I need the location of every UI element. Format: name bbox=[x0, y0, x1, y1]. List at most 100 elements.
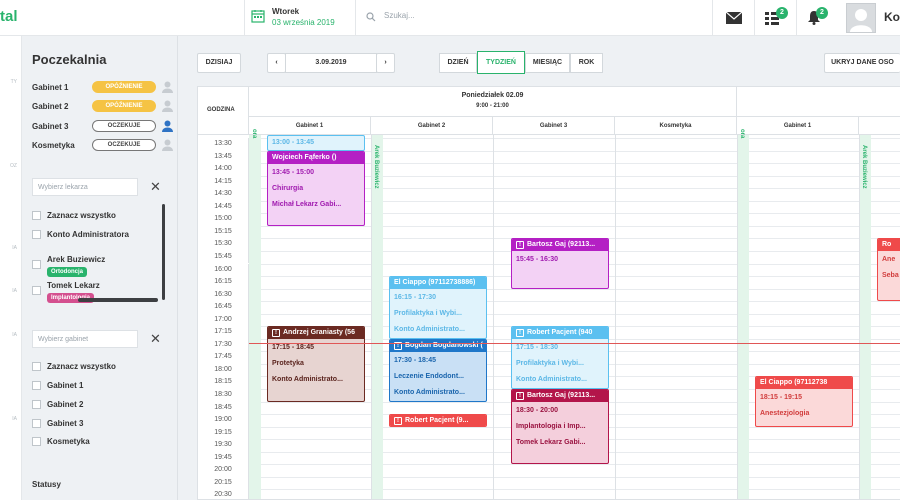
doctor-option[interactable]: Arek Buziewicz Ortodoncja bbox=[32, 254, 162, 277]
checkbox[interactable] bbox=[32, 286, 41, 295]
user-name[interactable]: Ko bbox=[884, 10, 900, 24]
room-option[interactable]: Kosmetyka bbox=[32, 436, 162, 448]
prev-date-button[interactable]: ‹ bbox=[267, 53, 286, 73]
room-column-header bbox=[859, 117, 900, 135]
messages-button[interactable] bbox=[712, 0, 754, 36]
checkbox[interactable] bbox=[32, 400, 41, 409]
room-filter-select[interactable]: Wybierz gabinet bbox=[32, 330, 138, 348]
rail-label[interactable]: TY bbox=[11, 79, 17, 85]
appointment-patient: Ro bbox=[878, 239, 900, 252]
time-slot-label: 18:15 bbox=[198, 376, 249, 389]
appointment-card[interactable]: ! Robert Pacjent (940 17:15 - 18:30 Profila… bbox=[511, 326, 609, 389]
time-slot-label: 14:00 bbox=[198, 163, 249, 176]
doctor-option-label: Zaznacz wszystko bbox=[47, 211, 116, 220]
appointment-detail: Implantologia i Imp... bbox=[516, 423, 586, 430]
status-badge[interactable]: OPÓŹNIENIE bbox=[92, 100, 156, 112]
doctor-option-label: Arek Buziewicz bbox=[47, 255, 106, 264]
checkbox[interactable] bbox=[32, 381, 41, 390]
appointment-card[interactable]: ! Bartosz Gaj (92113... 15:45 - 16:30 bbox=[511, 238, 609, 289]
status-badge[interactable]: OPÓŹNIENIE bbox=[92, 81, 156, 93]
doctor-option[interactable]: Konto Administratora bbox=[32, 229, 162, 241]
status-badge[interactable]: OCZEKUJE bbox=[92, 120, 156, 132]
notifications-button[interactable]: 2 bbox=[796, 0, 838, 36]
appointment-card[interactable]: ! Bogdan Bogdanowski (17:30 - 18:45 Leczen… bbox=[389, 338, 487, 402]
rail-label[interactable]: IA bbox=[12, 288, 17, 294]
appointment-patient: ! Robert Pacjent (9... bbox=[390, 415, 486, 427]
view-year-tab[interactable]: ROK bbox=[570, 53, 603, 73]
doctor-availability-label: ora bbox=[251, 129, 257, 139]
room-option[interactable]: Zaznacz wszystko bbox=[32, 361, 162, 373]
appointment-patient-name: Wojciech Fąferko () bbox=[272, 153, 337, 161]
app-root: tal Wtorek 03 września 2019 Szukaj... 2 … bbox=[0, 0, 900, 500]
appointment-time: 17:30 - 18:45 bbox=[394, 356, 437, 364]
checkbox[interactable] bbox=[32, 230, 41, 239]
appointment-detail: Konto Administrato... bbox=[516, 376, 587, 384]
waiting-room-label: Gabinet 3 bbox=[32, 122, 69, 131]
close-icon[interactable]: ✕ bbox=[150, 179, 161, 195]
view-day-tab[interactable]: DZIEŃ bbox=[439, 53, 477, 73]
room-option[interactable]: Gabinet 3 bbox=[32, 418, 162, 430]
appointment-card[interactable]: ! Robert Pacjent (9... bbox=[389, 414, 487, 428]
time-slot-label: 17:30 bbox=[198, 338, 249, 352]
checkbox[interactable] bbox=[32, 419, 41, 428]
doctor-option[interactable]: Tomek Lekarz Implantologia bbox=[32, 280, 162, 303]
appointment-detail: Protetyka bbox=[272, 360, 304, 368]
time-slot-label: 13:30 bbox=[198, 138, 249, 151]
current-day-name: Wtorek bbox=[272, 7, 300, 16]
appointment-patient: ! Bogdan Bogdanowski ( bbox=[390, 339, 486, 352]
column-divider bbox=[371, 135, 372, 499]
alert-icon: ! bbox=[272, 329, 280, 338]
checkbox[interactable] bbox=[32, 437, 41, 446]
view-week-tab[interactable]: TYDZIEŃ bbox=[477, 51, 525, 74]
close-icon[interactable]: ✕ bbox=[150, 331, 161, 347]
appointment-card[interactable]: El Ciappo (97112738 18:15 - 19:15 Anestezj… bbox=[755, 376, 853, 427]
date-picker[interactable]: 3.09.2019 bbox=[285, 53, 377, 73]
room-option[interactable]: Gabinet 1 bbox=[32, 380, 162, 392]
view-month-tab[interactable]: MIESIĄC bbox=[525, 53, 570, 73]
appointment-card[interactable]: Ro Ane Seba bbox=[877, 238, 900, 302]
person-icon bbox=[162, 81, 173, 93]
time-slot-label: 17:45 bbox=[198, 351, 249, 364]
room-option[interactable]: Gabinet 2 bbox=[32, 399, 162, 411]
hide-personal-data-button[interactable]: UKRYJ DANE OSO bbox=[824, 53, 900, 73]
appointment-card[interactable]: ! Andrzej Graniasty (56 17:15 - 18:45 Prote… bbox=[267, 326, 365, 402]
rail-label[interactable]: IA bbox=[12, 332, 17, 338]
search-input[interactable] bbox=[384, 11, 684, 20]
current-date-box[interactable]: Wtorek 03 września 2019 bbox=[244, 0, 356, 36]
checkbox[interactable] bbox=[32, 362, 41, 371]
room-column-header: Gabinet 3 bbox=[493, 117, 615, 135]
app-logo[interactable]: tal bbox=[0, 8, 18, 25]
today-button[interactable]: DZISIAJ bbox=[197, 53, 241, 73]
user-avatar-icon bbox=[850, 9, 872, 32]
appointment-detail: Ane bbox=[882, 256, 896, 264]
next-date-button[interactable]: › bbox=[376, 53, 395, 73]
current-time-line bbox=[249, 342, 900, 344]
appointment-card[interactable]: ! Bartosz Gaj (92113... 18:30 - 20:00 Impla… bbox=[511, 389, 609, 465]
grid-row-line bbox=[249, 464, 900, 466]
rail-label[interactable]: IA bbox=[12, 416, 17, 422]
rail-label[interactable]: OZ bbox=[10, 163, 17, 169]
doctor-availability-strip: ora bbox=[249, 129, 261, 499]
appointment-card[interactable]: 13:00 - 13:45 bbox=[267, 135, 365, 151]
appointment-detail: Profilaktyka i Wybi... bbox=[516, 360, 584, 368]
day-header: Poniedziałek 02.09 9:00 - 21:00 bbox=[249, 87, 737, 117]
appointment-card[interactable]: El Ciappo (97112738886) 16:15 - 17:30 Prof… bbox=[389, 276, 487, 339]
time-slot-label: 20:30 bbox=[198, 489, 249, 499]
waiting-room-row: Gabinet 2 OPÓŹNIENIE bbox=[32, 100, 177, 114]
doctor-filter-select[interactable]: Wybierz lekarza bbox=[32, 178, 138, 196]
checkbox[interactable] bbox=[32, 211, 41, 220]
doctor-option[interactable]: Zaznacz wszystko bbox=[32, 210, 162, 222]
tasks-button[interactable]: 2 bbox=[754, 0, 796, 36]
doctor-availability-label: Arek Buziewicz bbox=[861, 145, 867, 189]
time-slot-label: 15:45 bbox=[198, 250, 249, 264]
status-badge[interactable]: OCZEKUJE bbox=[92, 139, 156, 151]
appointment-card[interactable]: Wojciech Fąferko () 13:45 - 15:00 Chirurgi… bbox=[267, 150, 365, 226]
user-avatar[interactable] bbox=[846, 3, 876, 33]
checkbox[interactable] bbox=[32, 260, 41, 269]
rail-label[interactable]: IA bbox=[12, 245, 17, 251]
time-slot-label: 18:45 bbox=[198, 401, 249, 415]
room-option-label: Gabinet 3 bbox=[47, 419, 84, 428]
time-slot-label: 15:30 bbox=[198, 238, 249, 251]
doctor-list-vscrollbar[interactable] bbox=[162, 204, 165, 300]
doctor-list-hscrollbar[interactable] bbox=[78, 298, 158, 302]
